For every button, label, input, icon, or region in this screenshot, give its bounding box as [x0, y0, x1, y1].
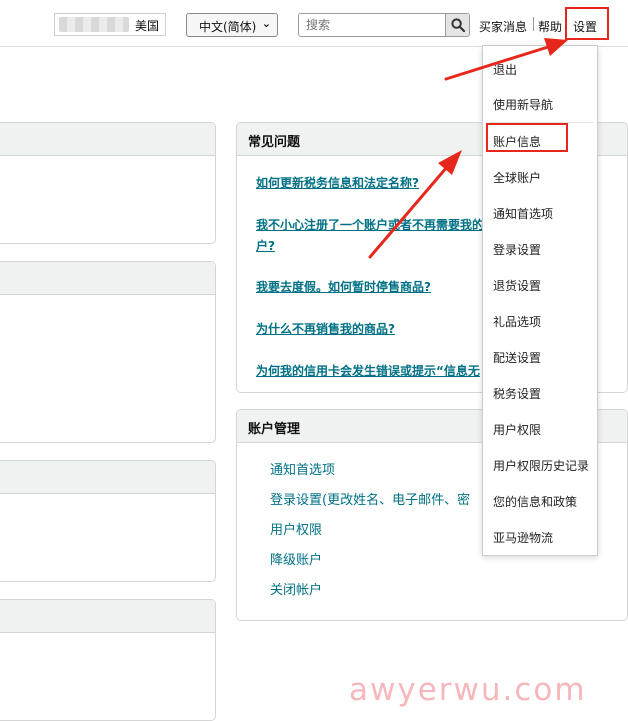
buyer-messages-link[interactable]: 买家消息	[479, 18, 527, 35]
search-box	[298, 13, 470, 37]
settings-highlight-box	[565, 7, 609, 40]
menu-item-fba[interactable]: 亚马逊物流	[493, 529, 553, 546]
help-link[interactable]: 帮助	[538, 18, 562, 35]
account-info-highlight-box	[486, 123, 568, 152]
menu-item-info-and-policies[interactable]: 您的信息和政策	[493, 493, 577, 510]
left-card	[0, 460, 216, 582]
faq-link-not-selling[interactable]: 为什么不再销售我的商品?	[256, 320, 395, 337]
left-card-header	[0, 123, 215, 156]
faq-link-vacation[interactable]: 我要去度假。如何暂时停售商品?	[256, 278, 431, 295]
menu-item-new-navigation[interactable]: 使用新导航	[493, 96, 553, 113]
menu-item-gift-options[interactable]: 礼品选项	[493, 313, 541, 330]
menu-item-login-settings[interactable]: 登录设置	[493, 241, 541, 258]
store-marketplace-label: 美国	[134, 19, 159, 33]
left-card	[0, 599, 216, 721]
language-selected-value: 中文(简体)	[199, 20, 257, 34]
left-card	[0, 261, 216, 443]
menu-item-global-account[interactable]: 全球账户	[493, 169, 541, 186]
nav-divider	[533, 17, 534, 31]
top-bar: 美国 中文(简体) ⌄ 买家消息 帮助 设置	[0, 0, 628, 47]
search-input[interactable]	[299, 14, 445, 36]
watermark-text: awyerwu.com	[349, 672, 587, 708]
menu-item-user-permissions-history[interactable]: 用户权限历史记录	[493, 457, 589, 474]
redacted-store-name	[59, 17, 129, 32]
chevron-down-icon: ⌄	[261, 17, 271, 30]
faq-link-close-account[interactable]: 我不小心注册了一个账户或者不再需要我的	[256, 216, 484, 233]
left-card-header	[0, 461, 215, 494]
account-link-close[interactable]: 关闭帐户	[270, 579, 322, 598]
faq-link-update-tax-info[interactable]: 如何更新税务信息和法定名称?	[256, 174, 419, 191]
menu-item-user-permissions[interactable]: 用户权限	[493, 421, 541, 438]
store-switcher[interactable]: 美国	[54, 13, 166, 36]
left-card-header	[0, 262, 215, 295]
account-link-downgrade[interactable]: 降级账户	[270, 549, 322, 568]
language-select[interactable]: 中文(简体) ⌄	[186, 13, 278, 37]
search-button[interactable]	[445, 14, 469, 36]
settings-dropdown-menu: 退出 使用新导航 账户信息 全球账户 通知首选项 登录设置 退货设置 礼品选项 …	[482, 45, 598, 556]
account-link-login-settings[interactable]: 登录设置(更改姓名、电子邮件、密	[270, 489, 470, 508]
menu-item-tax-settings[interactable]: 税务设置	[493, 385, 541, 402]
account-link-user-permissions[interactable]: 用户权限	[270, 519, 322, 538]
account-link-notification-prefs[interactable]: 通知首选项	[270, 459, 335, 478]
search-icon	[451, 18, 465, 32]
menu-item-shipping-settings[interactable]: 配送设置	[493, 349, 541, 366]
left-card-header	[0, 600, 215, 633]
menu-item-sign-out[interactable]: 退出	[493, 61, 517, 78]
faq-link-credit-card-error[interactable]: 为何我的信用卡会发生错误或提示“信息无	[256, 362, 480, 379]
faq-link-close-account-cont[interactable]: 户?	[256, 237, 275, 254]
left-card	[0, 122, 216, 244]
menu-item-return-settings[interactable]: 退货设置	[493, 277, 541, 294]
menu-item-notification-prefs[interactable]: 通知首选项	[493, 205, 553, 222]
